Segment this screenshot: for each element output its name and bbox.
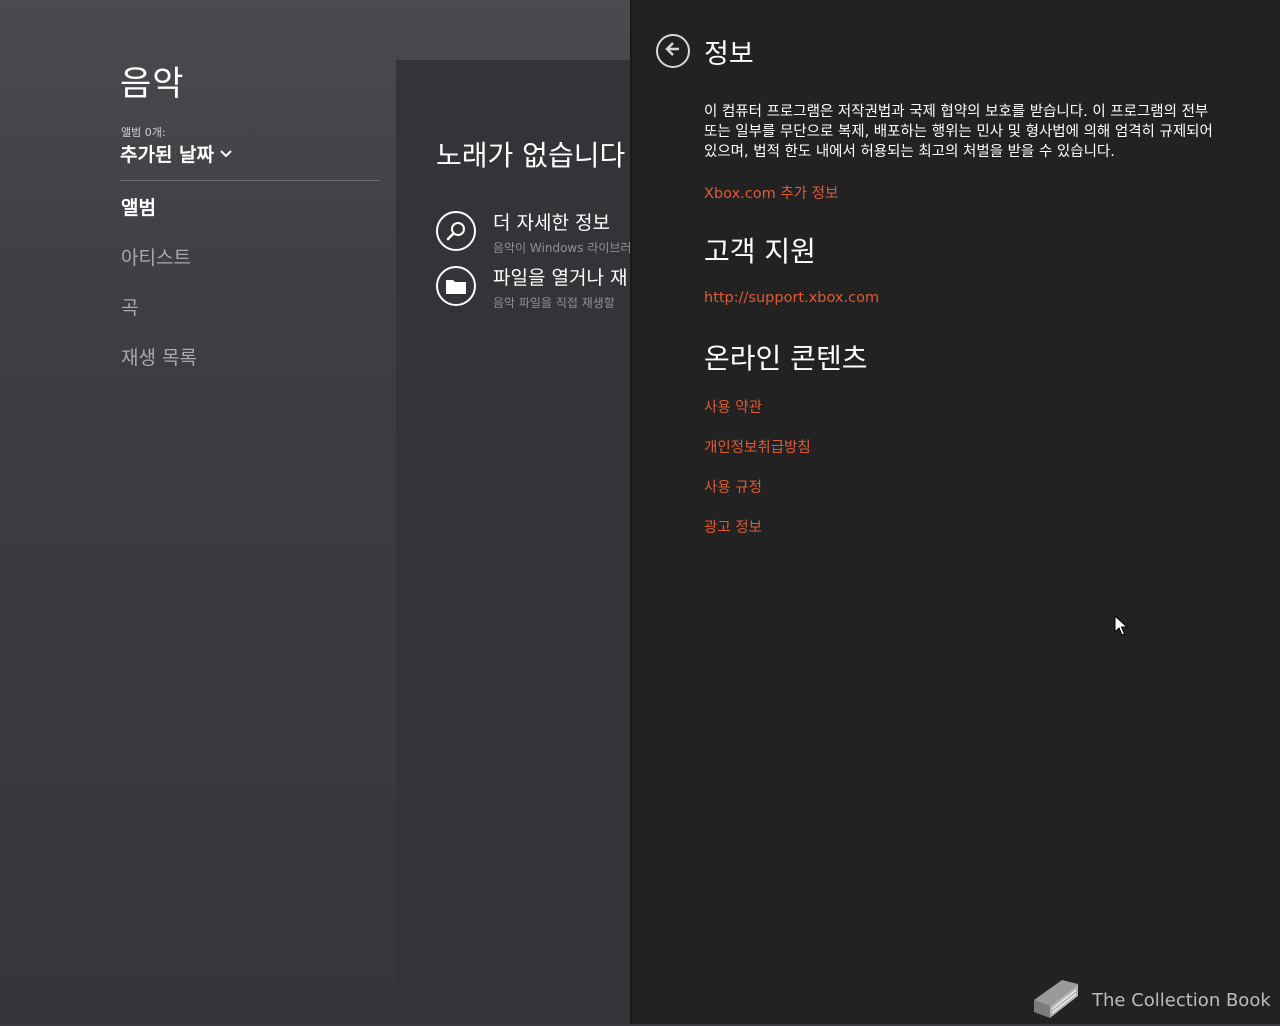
open-file-title: 파일을 열거나 재: [493, 267, 628, 289]
open-file-subtitle: 음악 파일을 직접 재생할: [493, 296, 615, 310]
support-heading: 고객 지원: [704, 235, 816, 268]
back-button[interactable]: [656, 34, 690, 68]
privacy-policy-link[interactable]: 개인정보취급방침: [704, 436, 811, 457]
app-title: 음악: [120, 64, 185, 104]
chevron-down-icon: [220, 149, 232, 159]
nav-item-playlists[interactable]: 재생 목록: [121, 343, 197, 370]
learn-more-subtitle: 음악이 Windows 라이브러: [493, 241, 632, 255]
sort-caption: 앨범 0개:: [121, 126, 166, 139]
learn-more-action[interactable]: 더 자세한 정보 음악이 Windows 라이브러: [436, 211, 631, 256]
mouse-pointer-icon: [1114, 614, 1129, 641]
copyright-notice: 이 컴퓨터 프로그램은 저작권법과 국제 협약의 보호를 받습니다. 이 프로그…: [704, 104, 1213, 160]
xbox-more-info-link[interactable]: Xbox.com 추가 정보: [704, 182, 838, 203]
learn-more-title: 더 자세한 정보: [493, 212, 610, 234]
sort-selected-label: 추가된 날짜: [120, 144, 215, 166]
about-flyout: 정보 이 컴퓨터 프로그램은 저작권법과 국제 협약의 보호를 받습니다. 이 …: [630, 0, 1280, 1024]
flyout-title: 정보: [704, 39, 754, 70]
open-file-action[interactable]: 파일을 열거나 재 음악 파일을 직접 재생할: [436, 266, 627, 311]
nav-item-albums[interactable]: 앨범: [121, 193, 156, 220]
watermark-text: The Collection Book: [1092, 989, 1271, 1011]
ad-info-link[interactable]: 광고 정보: [704, 516, 762, 537]
folder-icon: [436, 266, 476, 306]
usage-rules-link[interactable]: 사용 규정: [704, 476, 762, 497]
nav-divider: [120, 180, 380, 181]
sort-dropdown[interactable]: 추가된 날짜: [120, 140, 232, 167]
support-link[interactable]: http://support.xbox.com: [704, 290, 879, 306]
terms-of-use-link[interactable]: 사용 약관: [704, 396, 762, 417]
watermark: The Collection Book: [1028, 974, 1271, 1026]
nav-item-artists[interactable]: 아티스트: [121, 243, 191, 270]
search-icon: [436, 211, 476, 251]
nav-item-songs[interactable]: 곡: [121, 293, 138, 320]
online-content-heading: 온라인 콘텐츠: [704, 342, 868, 375]
empty-state-title: 노래가 없습니다: [436, 139, 626, 172]
book-icon: [1028, 974, 1084, 1026]
arrow-left-icon: [663, 39, 683, 63]
